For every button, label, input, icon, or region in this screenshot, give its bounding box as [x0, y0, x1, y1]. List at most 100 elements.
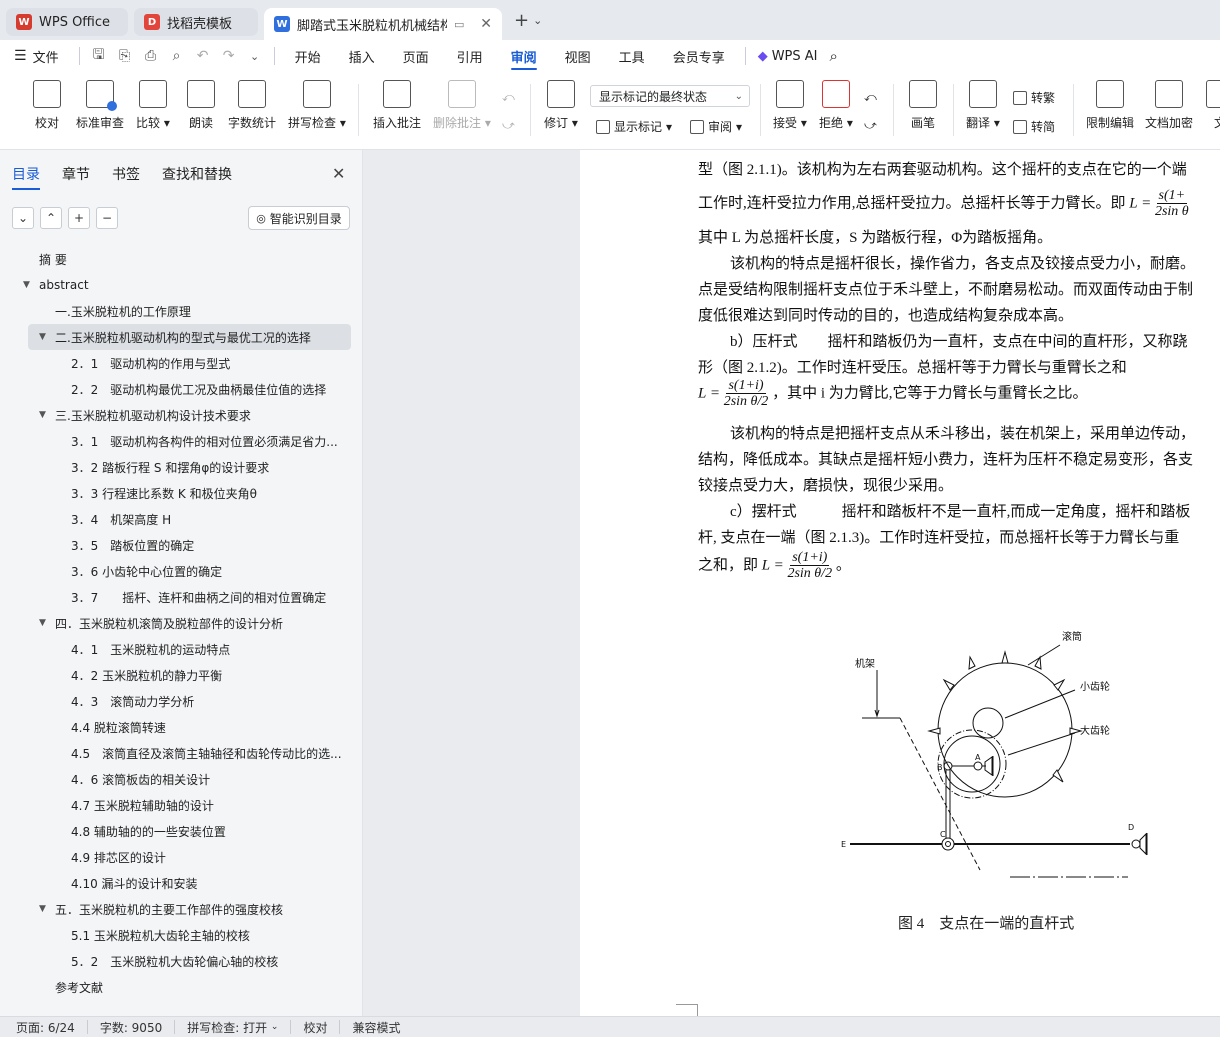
- tab-find-replace[interactable]: 查找和替换: [162, 164, 232, 190]
- toc-item[interactable]: 4．3 滚筒动力学分析: [0, 688, 363, 714]
- insert-comment-button[interactable]: 插入批注: [373, 80, 421, 131]
- tab-chapters[interactable]: 章节: [62, 164, 90, 190]
- expand-triangle-icon[interactable]: ▼: [39, 410, 46, 420]
- redo-icon[interactable]: ↷: [216, 40, 242, 72]
- markup-state-select[interactable]: 显示标记的最终状态 ⌄: [590, 85, 750, 107]
- toc-item[interactable]: 3．3 行程速比系数 K 和极位夹角θ: [0, 480, 363, 506]
- standard-review-button[interactable]: 标准审查: [76, 80, 124, 131]
- toc-item[interactable]: 2．1 驱动机构的作用与型式: [0, 350, 363, 376]
- new-tab-icon[interactable]: +: [514, 10, 529, 31]
- expand-triangle-icon[interactable]: ▼: [39, 618, 46, 628]
- toc-item[interactable]: ▼ 四．玉米脱粒机滚筒及脱粒部件的设计分析: [0, 610, 363, 636]
- delete-comment-button[interactable]: 删除批注 ▾: [433, 80, 491, 131]
- toc-item[interactable]: 3．7 摇杆、连杆和曲柄之间的相对位置确定: [0, 584, 363, 610]
- toc-item[interactable]: 3．2 踏板行程 S 和摆角φ的设计要求: [0, 454, 363, 480]
- next-comment-icon[interactable]: ⤻: [502, 118, 515, 133]
- toc-item[interactable]: 4.7 玉米脱粒辅助轴的设计: [0, 792, 363, 818]
- prev-comment-icon[interactable]: ⤺: [502, 90, 515, 105]
- toc-item[interactable]: 3．6 小齿轮中心位置的确定: [0, 558, 363, 584]
- translate-button[interactable]: 翻译 ▾: [966, 80, 1000, 131]
- add-icon[interactable]: +: [68, 207, 90, 229]
- wps-ai-button[interactable]: WPS AI: [772, 49, 818, 64]
- proof-indicator[interactable]: 校对: [303, 1020, 341, 1035]
- smart-toc-button[interactable]: ◎ 智能识别目录: [248, 206, 350, 230]
- toc-item[interactable]: 5．2 玉米脱粒机大齿轮偏心轴的校核: [0, 948, 363, 974]
- menu-start[interactable]: 开始: [281, 40, 335, 72]
- print-preview-icon[interactable]: ⌕: [164, 40, 190, 72]
- toc-item[interactable]: 4.9 排芯区的设计: [0, 844, 363, 870]
- toc-item[interactable]: 4．2 玉米脱粒机的静力平衡: [0, 662, 363, 688]
- page-indicator[interactable]: 页面: 6/24: [16, 1020, 88, 1035]
- compare-button[interactable]: 比较 ▾: [136, 80, 170, 131]
- menu-page[interactable]: 页面: [389, 40, 443, 72]
- spell-check-indicator[interactable]: 拼写检查: 打开 ⌄: [187, 1020, 292, 1035]
- toc-item[interactable]: 3．1 驱动机构各构件的相对位置必须满足省力...: [0, 428, 363, 454]
- toc-item[interactable]: 4.8 辅助轴的的一些安装位置: [0, 818, 363, 844]
- doc-encrypt-button[interactable]: 文档加密: [1145, 80, 1193, 131]
- accept-button[interactable]: 接受 ▾: [773, 80, 807, 131]
- menu-insert[interactable]: 插入: [335, 40, 389, 72]
- restrict-edit-button[interactable]: 限制编辑: [1086, 80, 1134, 131]
- menu-tools[interactable]: 工具: [605, 40, 659, 72]
- export-icon[interactable]: ⎘: [112, 40, 138, 72]
- toc-item[interactable]: 5.1 玉米脱粒机大齿轮主轴的校核: [0, 922, 363, 948]
- review-pane-button[interactable]: 审阅 ▾: [690, 118, 742, 135]
- search-icon[interactable]: ⌕: [830, 47, 838, 65]
- toc-item[interactable]: 4．6 滚筒板齿的相关设计: [0, 766, 363, 792]
- proofread-button[interactable]: 校对: [33, 80, 61, 131]
- tab-current-document[interactable]: W 脚踏式玉米脱粒机机械结构设计 ▭ ✕: [264, 8, 502, 40]
- menu-member[interactable]: 会员专享: [659, 40, 739, 72]
- expand-triangle-icon[interactable]: ▼: [23, 280, 30, 290]
- toc-item[interactable]: ▼ 二.玉米脱粒机驱动机构的型式与最优工况的选择: [28, 324, 351, 350]
- more-chevron-icon[interactable]: ⌄: [242, 40, 268, 72]
- to-simplified-button[interactable]: 转简: [1013, 118, 1055, 135]
- undo-icon[interactable]: ↶: [190, 40, 216, 72]
- next-change-icon[interactable]: ⤻: [864, 118, 877, 133]
- toc-item[interactable]: 4.4 脱粒滚筒转速: [0, 714, 363, 740]
- reject-button[interactable]: 拒绝 ▾: [819, 80, 853, 131]
- revise-button[interactable]: 修订 ▾: [544, 80, 578, 131]
- toc-item[interactable]: ▼ 三.玉米脱粒机驱动机构设计技术要求: [0, 402, 363, 428]
- prev-change-icon[interactable]: ⤺: [864, 90, 877, 105]
- collapse-up-icon[interactable]: ⌃: [40, 207, 62, 229]
- toc-item[interactable]: 2．2 驱动机构最优工况及曲柄最佳位值的选择: [0, 376, 363, 402]
- toc-item[interactable]: 4．1 玉米脱粒机的运动特点: [0, 636, 363, 662]
- doc-line: 该机构的特点是把摇杆支点从禾斗移出，装在机架上，采用单边传动，: [730, 426, 1196, 442]
- expand-triangle-icon[interactable]: ▼: [39, 904, 46, 914]
- window-icon[interactable]: ▭: [454, 18, 464, 31]
- remove-icon[interactable]: −: [96, 207, 118, 229]
- close-tab-icon[interactable]: ✕: [480, 16, 492, 32]
- word-count-indicator[interactable]: 字数: 9050: [100, 1020, 176, 1035]
- expand-triangle-icon[interactable]: ▼: [39, 332, 46, 342]
- hamburger-icon[interactable]: ☰: [14, 48, 27, 64]
- to-traditional-button[interactable]: 转繁: [1013, 89, 1055, 106]
- toc-item[interactable]: 3．4 机架高度 H: [0, 506, 363, 532]
- menu-review[interactable]: 审阅: [497, 40, 551, 72]
- save-icon[interactable]: 🖫: [86, 40, 112, 72]
- toc-item[interactable]: ▼ 五．玉米脱粒机的主要工作部件的强度校核: [0, 896, 363, 922]
- show-markup-button[interactable]: 显示标记 ▾: [596, 118, 672, 135]
- tab-wps-office[interactable]: W WPS Office: [6, 8, 128, 36]
- print-icon[interactable]: ⎙: [138, 40, 164, 72]
- tab-bookmarks[interactable]: 书签: [112, 164, 140, 190]
- close-icon[interactable]: ✕: [332, 164, 345, 183]
- toc-item[interactable]: ▼ abstract: [0, 272, 363, 298]
- tab-toc[interactable]: 目录: [12, 164, 40, 190]
- doc-more-button[interactable]: 文: [1206, 80, 1220, 131]
- word-count-button[interactable]: 字数统计: [228, 80, 276, 131]
- toc-item[interactable]: 一.玉米脱粒机的工作原理: [0, 298, 363, 324]
- toc-item[interactable]: 参考文献: [0, 974, 363, 1000]
- toc-item[interactable]: 摘 要: [0, 246, 363, 272]
- toc-item[interactable]: 3．5 踏板位置的确定: [0, 532, 363, 558]
- menu-file[interactable]: 文件: [33, 47, 59, 66]
- tab-docer-templates[interactable]: D 找稻壳模板: [134, 8, 258, 36]
- ink-button[interactable]: 画笔: [909, 80, 937, 131]
- expand-down-icon[interactable]: ⌄: [12, 207, 34, 229]
- toc-item[interactable]: 4.10 漏斗的设计和安装: [0, 870, 363, 896]
- menu-view[interactable]: 视图: [551, 40, 605, 72]
- chevron-down-icon[interactable]: ⌄: [533, 14, 542, 27]
- read-aloud-button[interactable]: 朗读: [187, 80, 215, 131]
- spell-check-button[interactable]: 拼写检查 ▾: [288, 80, 346, 131]
- toc-item[interactable]: 4.5 滚筒直径及滚筒主轴轴径和齿轮传动比的选...: [0, 740, 363, 766]
- menu-reference[interactable]: 引用: [443, 40, 497, 72]
